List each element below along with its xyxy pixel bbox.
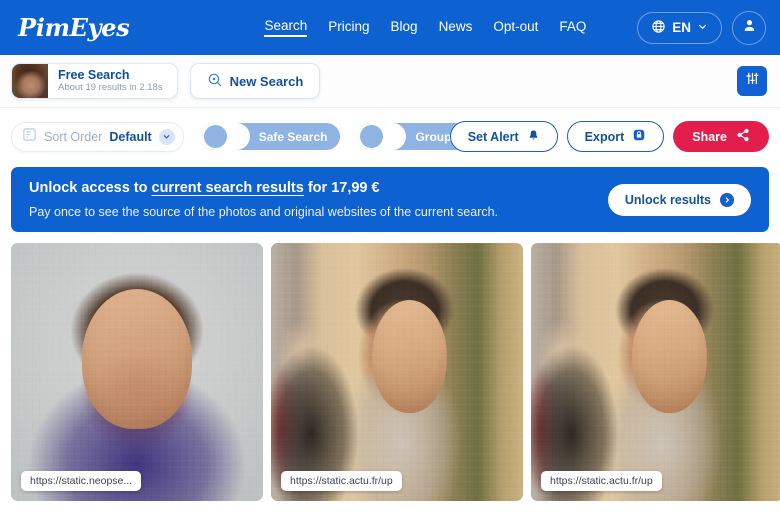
globe-icon <box>651 19 666 37</box>
result-url-badge: https://static.neopse... <box>21 471 142 491</box>
sort-order-icon <box>22 127 37 147</box>
export-label: Export <box>584 129 625 144</box>
banner-title-part1: Unlock access to <box>29 179 152 196</box>
result-card[interactable]: https://static.actu.fr/up <box>271 243 523 501</box>
search-summary-bar: Free Search About 19 results in 2.18s Ne… <box>0 55 780 108</box>
search-plus-icon <box>207 72 223 91</box>
new-search-label: New Search <box>229 73 304 89</box>
result-card[interactable]: https://static.actu.fr/up <box>531 243 780 501</box>
result-url-badge: https://static.actu.fr/up <box>541 471 662 491</box>
chevron-down-icon <box>158 128 175 145</box>
grouping-toggle-track <box>358 123 407 150</box>
set-alert-label: Set Alert <box>467 129 519 144</box>
nav-item-pricing[interactable]: Pricing <box>328 19 369 36</box>
export-button[interactable]: Export <box>566 121 665 152</box>
pixelation-overlay <box>531 243 780 501</box>
arrow-circle-icon <box>720 192 734 207</box>
search-results-grid: https://static.neopse... https://static.… <box>0 232 780 501</box>
share-nodes-icon <box>736 128 750 145</box>
pixelation-overlay <box>271 243 523 501</box>
pixelation-overlay <box>11 243 263 501</box>
banner-subtitle: Pay once to see the source of the photos… <box>29 204 499 219</box>
nav-item-faq[interactable]: FAQ <box>559 19 586 36</box>
nav-item-news[interactable]: News <box>439 19 473 36</box>
set-alert-button[interactable]: Set Alert <box>449 121 558 152</box>
lock-badge-icon <box>632 128 646 145</box>
account-button[interactable] <box>732 10 766 45</box>
free-search-title: Free Search <box>58 67 130 82</box>
unlock-results-button[interactable]: Unlock results <box>607 183 751 216</box>
query-face-thumbnail <box>12 64 48 98</box>
banner-title: Unlock access to current search results … <box>29 178 498 199</box>
main-navigation: Search Pricing Blog News Opt-out FAQ <box>264 18 586 37</box>
new-search-button[interactable]: New Search <box>189 63 321 99</box>
safe-search-toggle-track <box>201 123 250 150</box>
result-url-badge: https://static.actu.fr/up <box>281 471 402 491</box>
grouping-toggle-knob <box>360 125 384 148</box>
sort-order-value: Default <box>109 129 152 144</box>
safe-search-toggle[interactable]: Safe Search <box>201 123 341 150</box>
chevron-down-icon <box>697 20 708 35</box>
safe-search-label: Safe Search <box>258 129 328 144</box>
nav-item-opt-out[interactable]: Opt-out <box>493 19 538 36</box>
sort-order-label: Sort Order <box>44 129 103 144</box>
safe-search-toggle-knob <box>203 125 227 148</box>
free-search-card[interactable]: Free Search About 19 results in 2.18s <box>11 63 178 99</box>
banner-title-highlight: current search results <box>151 179 304 196</box>
user-avatar-icon <box>741 17 758 39</box>
language-label: EN <box>672 20 691 35</box>
banner-title-part2: for 17,99 € <box>303 179 380 196</box>
header-actions: EN <box>637 10 766 45</box>
results-count-text: About 19 results in 2.18s <box>58 82 163 94</box>
result-card[interactable]: https://static.neopse... <box>11 243 263 501</box>
nav-item-search[interactable]: Search <box>264 18 308 37</box>
site-header: PimEyes Search Pricing Blog News Opt-out… <box>0 0 780 55</box>
results-controls-bar: Sort Order Default Safe Search Grouping … <box>0 108 780 165</box>
sort-order-dropdown[interactable]: Sort Order Default <box>11 121 184 152</box>
nav-item-blog[interactable]: Blog <box>391 19 418 36</box>
bell-icon <box>527 129 540 145</box>
share-label: Share <box>692 129 727 144</box>
unlock-results-banner: Unlock access to current search results … <box>11 167 769 232</box>
unlock-results-label: Unlock results <box>624 192 711 207</box>
filter-panel-button[interactable] <box>737 66 767 96</box>
pimeyes-logo[interactable]: PimEyes <box>14 13 130 42</box>
sliders-filter-icon <box>745 71 760 91</box>
share-button[interactable]: Share <box>673 121 769 152</box>
language-selector[interactable]: EN <box>637 11 722 44</box>
results-action-buttons: Set Alert Export Share <box>449 121 769 152</box>
